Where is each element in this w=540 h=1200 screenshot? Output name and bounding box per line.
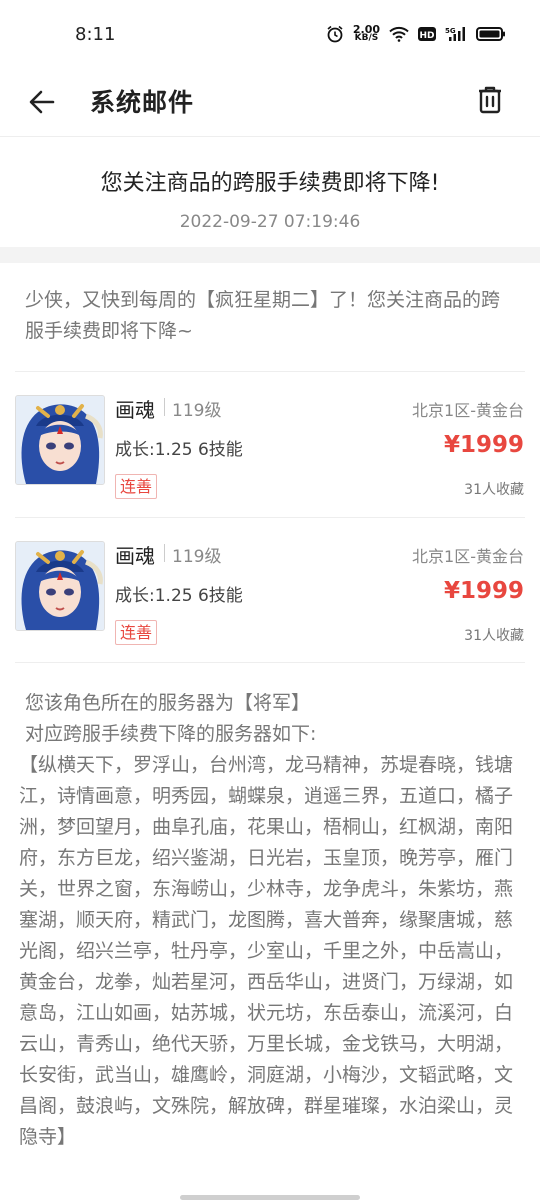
app-header: 系统邮件 xyxy=(0,70,540,137)
character-avatar xyxy=(15,541,105,631)
divider xyxy=(15,517,525,518)
signal-5g-icon: 5G xyxy=(445,26,467,42)
divider xyxy=(15,371,525,372)
product-item[interactable]: 画魂 119级 北京1区-黄金台 成长:1.25 6技能 ¥1999 连善 31… xyxy=(0,541,540,661)
item-name: 画魂 xyxy=(115,544,155,568)
mail-header: 您关注商品的跨服手续费即将下降! 2022-09-27 07:19:46 xyxy=(0,137,540,247)
item-level: 119级 xyxy=(172,547,222,567)
page-title: 系统邮件 xyxy=(90,88,195,117)
mail-body: 您该角色所在的服务器为【将军】 对应跨服手续费下降的服务器如下: 【纵横天下，罗… xyxy=(19,688,517,1153)
item-tag: 连善 xyxy=(115,474,158,499)
item-price: ¥1999 xyxy=(443,578,524,604)
body-line: 您该角色所在的服务器为【将军】 xyxy=(25,692,311,714)
wifi-icon xyxy=(389,26,409,42)
home-indicator[interactable] xyxy=(180,1195,360,1200)
section-separator xyxy=(0,247,540,263)
alarm-icon xyxy=(326,25,344,43)
item-tag: 连善 xyxy=(115,620,158,645)
item-level: 119级 xyxy=(172,401,222,421)
character-avatar xyxy=(15,395,105,485)
item-favorites: 31人收藏 xyxy=(464,628,524,644)
server-list: 【纵横天下，罗浮山，台州湾，龙马精神，苏堤春晓，钱塘江，诗情画意，明秀园，蝴蝶泉… xyxy=(19,754,514,1148)
product-item[interactable]: 画魂 119级 北京1区-黄金台 成长:1.25 6技能 ¥1999 连善 31… xyxy=(0,395,540,515)
hd-icon: HD xyxy=(418,26,436,42)
svg-text:5G: 5G xyxy=(445,27,456,35)
item-name: 画魂 xyxy=(115,398,155,422)
battery-icon xyxy=(476,26,506,42)
item-price: ¥1999 xyxy=(443,432,524,458)
divider xyxy=(15,662,525,663)
separator xyxy=(164,544,165,562)
status-bar: 8:11 2.00 KB/S HD 5G xyxy=(0,0,540,70)
body-line: 对应跨服手续费下降的服务器如下: xyxy=(25,723,317,745)
item-server: 北京1区-黄金台 xyxy=(412,401,524,420)
svg-text:HD: HD xyxy=(419,31,434,41)
back-button[interactable] xyxy=(22,82,62,122)
item-growth: 成长:1.25 6技能 xyxy=(115,586,243,606)
status-icons: 2.00 KB/S HD 5G xyxy=(326,24,506,43)
mail-subject: 您关注商品的跨服手续费即将下降! xyxy=(100,171,440,196)
separator xyxy=(164,398,165,416)
item-growth: 成长:1.25 6技能 xyxy=(115,440,243,460)
delete-button[interactable] xyxy=(470,80,510,120)
net-speed-unit: KB/S xyxy=(354,33,379,43)
mail-intro: 少侠，又快到每周的【疯狂星期二】了！您关注商品的跨服手续费即将下降~ xyxy=(25,289,501,342)
item-server: 北京1区-黄金台 xyxy=(412,547,524,566)
status-time: 8:11 xyxy=(75,24,116,45)
mail-timestamp: 2022-09-27 07:19:46 xyxy=(179,212,361,232)
net-speed: 2.00 KB/S xyxy=(353,24,380,43)
item-favorites: 31人收藏 xyxy=(464,482,524,498)
trash-icon xyxy=(479,86,501,114)
arrow-left-icon xyxy=(29,90,55,114)
